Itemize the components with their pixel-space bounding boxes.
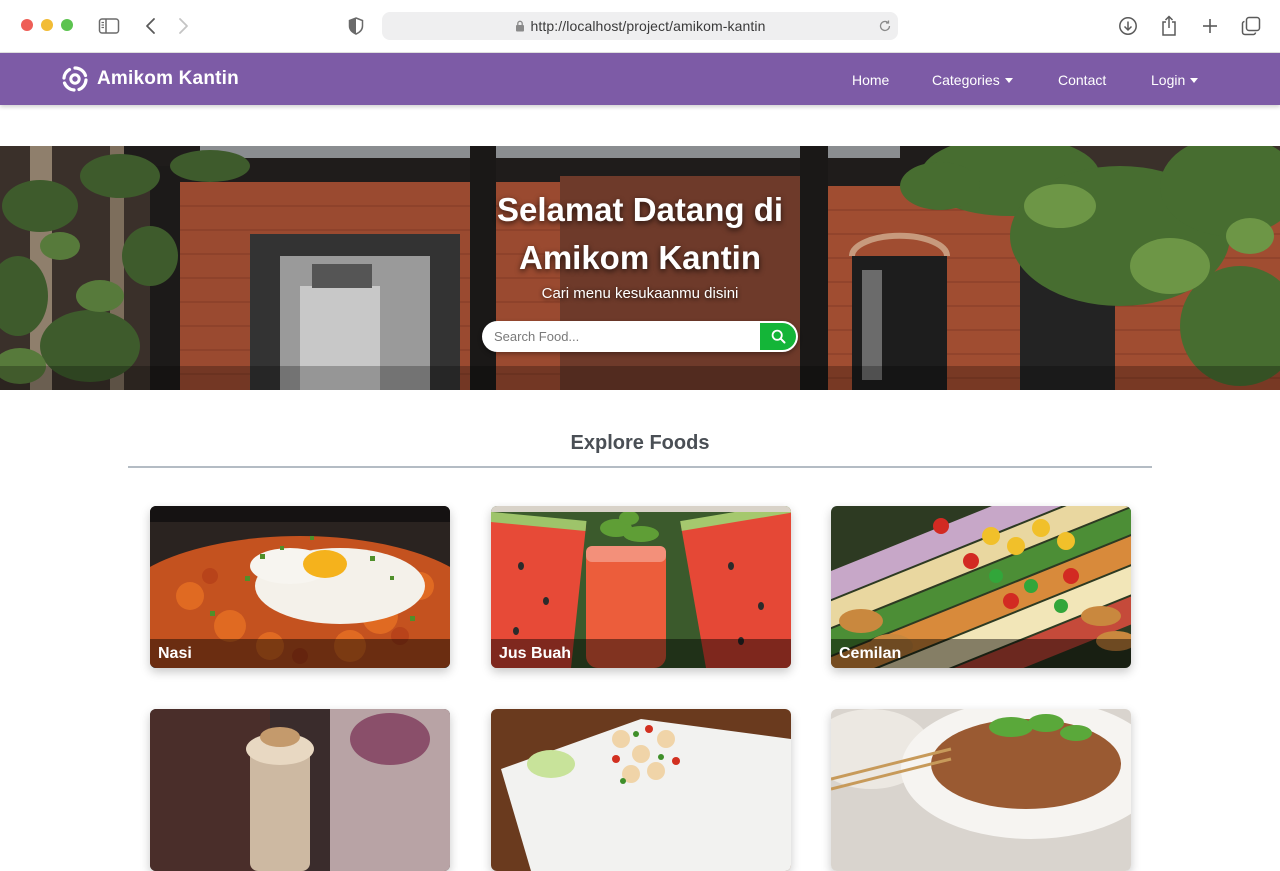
browser-toolbar: http://localhost/project/amikom-kantin [0,0,1280,53]
minimize-window-button[interactable] [41,19,53,31]
brand-name: Amikom Kantin [97,68,239,89]
forward-icon[interactable] [171,14,195,38]
category-card-cemilan[interactable]: Cemilan [831,506,1131,668]
hero-banner: Selamat Datang di Amikom Kantin Cari men… [0,146,1280,390]
new-tab-icon[interactable] [1198,14,1222,38]
zoom-window-button[interactable] [61,19,73,31]
tabs-overview-icon[interactable] [1239,14,1263,38]
shield-icon[interactable] [344,14,368,38]
card-label: Cemilan [831,639,1131,668]
dessert-drink-image [150,709,450,871]
category-card-jus-buah[interactable]: Jus Buah [491,506,791,668]
share-icon[interactable] [1157,14,1181,38]
close-window-button[interactable] [21,19,33,31]
nav-login-dropdown[interactable]: Login [1151,72,1199,88]
card-label: Jus Buah [491,639,791,668]
nav-contact-label: Contact [1058,72,1107,88]
hero-subtitle: Cari menu kesukaanmu disini [541,285,739,302]
kantin-logo-icon [60,64,90,94]
reload-icon[interactable] [878,19,892,33]
search-form [482,321,798,352]
nav-home-label: Home [852,72,890,88]
back-icon[interactable] [139,14,163,38]
section-divider [128,466,1152,468]
nav-login-label: Login [1151,72,1186,88]
nav-categories-dropdown[interactable]: Categories [932,72,1013,88]
category-card-4[interactable] [150,709,450,871]
search-food-input[interactable] [482,321,760,352]
category-card-6[interactable] [831,709,1131,871]
sidebar-icon[interactable] [97,14,121,38]
nav-categories-label: Categories [932,72,1000,88]
lock-icon [515,20,525,32]
brand-link[interactable]: Amikom Kantin [60,65,239,93]
caret-down-icon [1190,77,1199,83]
search-icon [771,329,786,344]
site-navbar: Amikom Kantin Home Categories Contact Lo… [0,53,1280,105]
explore-foods-heading: Explore Foods [570,432,710,454]
category-card-nasi[interactable]: Nasi [150,506,450,668]
category-card-5[interactable] [491,709,791,871]
url-text: http://localhost/project/amikom-kantin [530,18,766,34]
seafood-dish-image [491,709,791,871]
hero-title-line1: Selamat Datang di [496,191,784,228]
nav-home-link[interactable]: Home [852,72,889,88]
hero-title-line2: Amikom Kantin [518,239,762,276]
noodle-bowl-image [831,709,1131,871]
hero-title: Selamat Datang di Amikom Kantin [440,186,840,282]
download-icon[interactable] [1116,14,1140,38]
search-button[interactable] [760,323,796,350]
card-label: Nasi [150,639,450,668]
address-bar[interactable]: http://localhost/project/amikom-kantin [382,12,898,40]
nav-contact-link[interactable]: Contact [1058,72,1106,88]
caret-down-icon [1004,77,1013,83]
